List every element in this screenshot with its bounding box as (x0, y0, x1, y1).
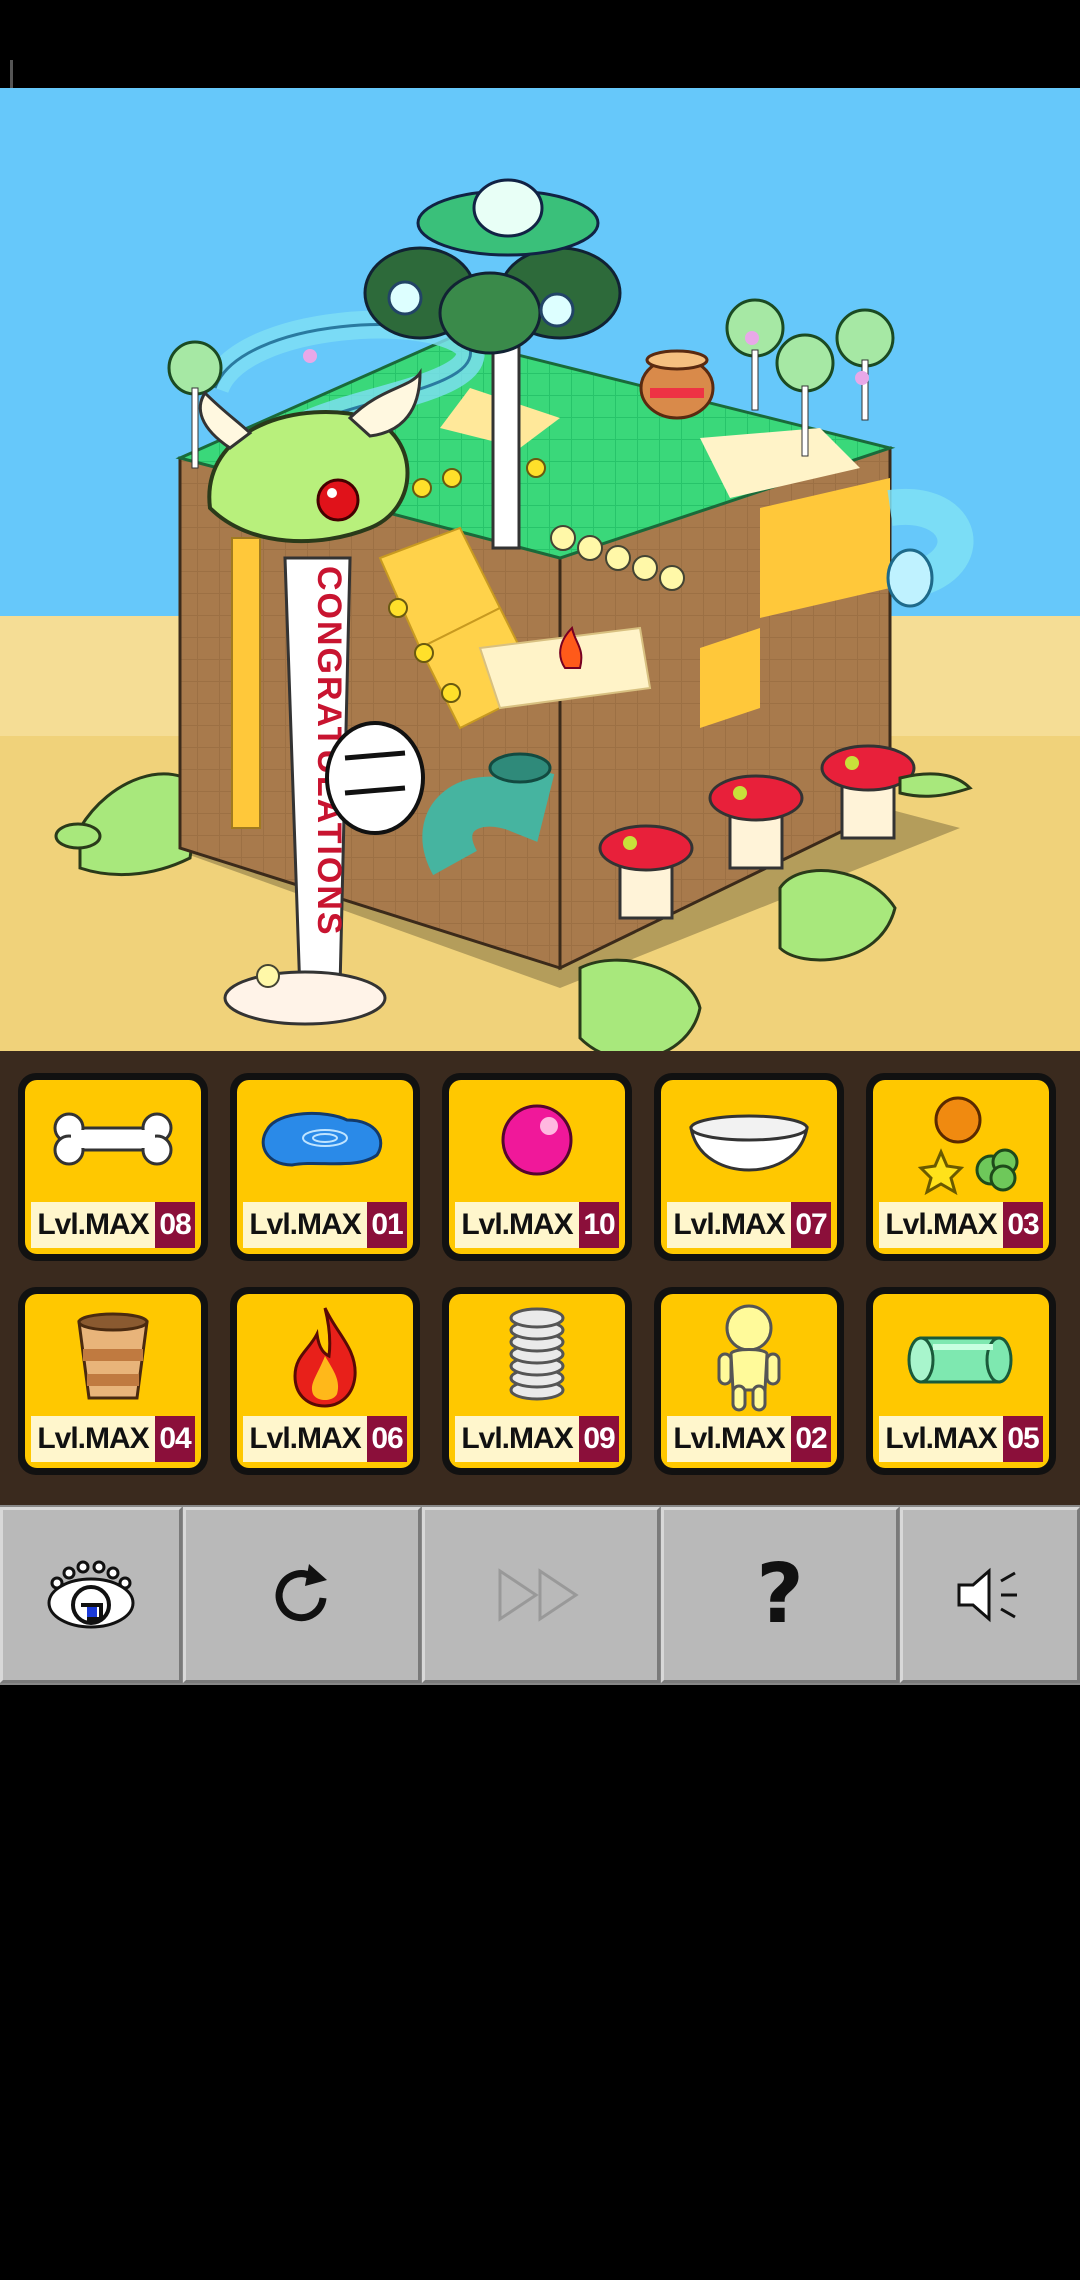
item-card-face: Lvl.MAX 03 (873, 1080, 1049, 1254)
bottom-toolbar: ? (0, 1505, 1080, 1685)
item-card-face: Lvl.MAX 08 (25, 1080, 201, 1254)
item-level-label: Lvl.MAX (667, 1416, 791, 1462)
restart-icon (275, 1564, 327, 1622)
item-card-face: Lvl.MAX 04 (25, 1294, 201, 1468)
logo-button[interactable] (0, 1507, 182, 1683)
eye-logo-icon (47, 1560, 135, 1629)
item-card-fire[interactable]: Lvl.MAX 06 (230, 1287, 420, 1475)
item-number-badge: 02 (791, 1416, 831, 1462)
fruits-icon (917, 1096, 1019, 1196)
creature-mouth (325, 721, 425, 835)
help-question-icon: ? (756, 1547, 804, 1642)
spring-icon (509, 1307, 565, 1401)
little-person-icon (717, 1304, 781, 1412)
status-bar (0, 0, 1080, 150)
item-level-label: Lvl.MAX (243, 1202, 367, 1248)
item-number-badge: 08 (155, 1202, 195, 1248)
help-button[interactable]: ? (661, 1507, 899, 1683)
item-card-face: Lvl.MAX 02 (661, 1294, 837, 1468)
item-number-badge: 09 (579, 1416, 619, 1462)
item-level-label: Lvl.MAX (879, 1202, 1003, 1248)
clay-pot (639, 349, 715, 420)
item-card-person[interactable]: Lvl.MAX 02 (654, 1287, 844, 1475)
item-level-label: Lvl.MAX (31, 1202, 155, 1248)
item-number-badge: 07 (791, 1202, 831, 1248)
item-number-badge: 06 (367, 1416, 407, 1462)
item-level-label: Lvl.MAX (455, 1202, 579, 1248)
item-card-bowl[interactable]: Lvl.MAX 07 (654, 1073, 844, 1261)
item-number-badge: 05 (1003, 1416, 1043, 1462)
item-level-label: Lvl.MAX (667, 1202, 791, 1248)
item-level-label: Lvl.MAX (243, 1416, 367, 1462)
item-card-water[interactable]: Lvl.MAX 01 (230, 1073, 420, 1261)
speaker-icon (957, 1567, 1017, 1623)
water-puddle-icon (261, 1111, 383, 1167)
wooden-bucket-icon (77, 1312, 149, 1400)
item-level-label: Lvl.MAX (31, 1416, 155, 1462)
white-bowl-icon (689, 1114, 809, 1172)
item-card-face: Lvl.MAX 01 (237, 1080, 413, 1254)
item-number-badge: 01 (367, 1202, 407, 1248)
item-card-ball[interactable]: Lvl.MAX 10 (442, 1073, 632, 1261)
item-card-spring[interactable]: Lvl.MAX 09 (442, 1287, 632, 1475)
item-card-bucket[interactable]: Lvl.MAX 04 (18, 1287, 208, 1475)
item-number-badge: 03 (1003, 1202, 1043, 1248)
game-scene[interactable]: CONGRATULATIONS (0, 88, 1080, 1051)
sound-button[interactable] (900, 1507, 1080, 1683)
item-level-label: Lvl.MAX (455, 1416, 579, 1462)
item-card-bone[interactable]: Lvl.MAX 08 (18, 1073, 208, 1261)
item-card-face: Lvl.MAX 05 (873, 1294, 1049, 1468)
fast-forward-icon (498, 1568, 579, 1622)
item-number-badge: 10 (579, 1202, 619, 1248)
item-card-tube[interactable]: Lvl.MAX 05 (866, 1287, 1056, 1475)
item-tray: Lvl.MAX 08 Lvl.MAX 01 Lvl.MAX 10 Lvl.MAX… (0, 1051, 1080, 1505)
fire-icon (293, 1307, 357, 1408)
item-card-face: Lvl.MAX 10 (449, 1080, 625, 1254)
item-card-fruits[interactable]: Lvl.MAX 03 (866, 1073, 1056, 1261)
item-card-face: Lvl.MAX 07 (661, 1080, 837, 1254)
item-card-face: Lvl.MAX 09 (449, 1294, 625, 1468)
bone-icon (53, 1112, 173, 1166)
pink-ball-icon (501, 1104, 573, 1176)
item-number-badge: 04 (155, 1416, 195, 1462)
glass-tube-icon (907, 1336, 1013, 1384)
fast-forward-button[interactable] (422, 1507, 660, 1683)
item-level-label: Lvl.MAX (879, 1416, 1003, 1462)
item-card-face: Lvl.MAX 06 (237, 1294, 413, 1468)
restart-button[interactable] (183, 1507, 421, 1683)
